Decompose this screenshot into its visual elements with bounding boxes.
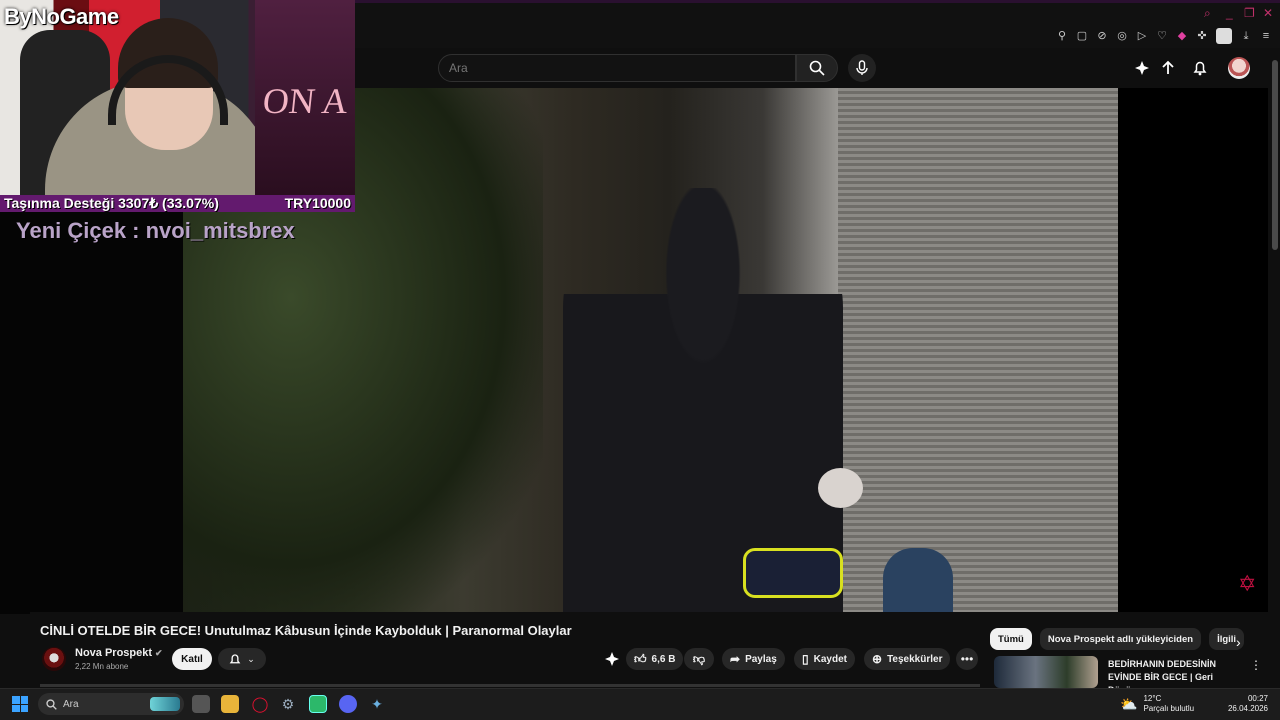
search-input[interactable] xyxy=(438,54,796,82)
like-count: 6,6 B xyxy=(651,653,676,665)
donation-goal-bar: Taşınma Desteği 3307₺ (33.07%) TRY10000 xyxy=(0,195,355,212)
clock-date: 26.04.2026 xyxy=(1227,704,1268,713)
upload-icon xyxy=(1162,60,1174,74)
voice-search-button[interactable] xyxy=(848,54,876,82)
kebab-menu-icon[interactable]: ⋮ xyxy=(1250,658,1262,672)
close-icon[interactable]: ✕ xyxy=(1263,6,1273,20)
chip-from-uploader[interactable]: Nova Prospekt adlı yükleyiciden xyxy=(1039,628,1202,650)
search-icon xyxy=(809,60,825,76)
chevron-right-icon[interactable]: › xyxy=(1236,634,1241,650)
share-label: Paylaş xyxy=(745,653,777,665)
camera-icon[interactable]: ◎ xyxy=(1116,30,1128,42)
page-divider xyxy=(40,684,980,687)
download-icon[interactable]: ⤓ xyxy=(1240,30,1252,42)
more-actions-button[interactable]: ••• xyxy=(956,648,978,670)
heart-icon[interactable]: ♡ xyxy=(1156,30,1168,42)
discord-icon[interactable] xyxy=(339,695,357,713)
upload-button[interactable] xyxy=(1158,58,1178,78)
ask-ai-button[interactable] xyxy=(604,651,620,667)
save-button[interactable]: ▯ Kaydet xyxy=(794,648,855,670)
pin-icon[interactable]: ⚲ xyxy=(1056,30,1068,42)
profile-icon[interactable] xyxy=(1216,28,1232,44)
video-frame-hand xyxy=(818,468,863,508)
extensions-bar: ⚲ ▢ ⊘ ◎ ▷ ♡ ◆ ✜ ⤓ ≡ xyxy=(1056,28,1272,44)
sparkle-icon xyxy=(605,652,619,666)
thanks-button[interactable]: ⊕ Teşekkürler xyxy=(864,648,951,670)
weather-widget[interactable]: ⛅ 12°C Parçalı bulutlu xyxy=(1120,694,1194,714)
sparkle-icon xyxy=(1135,61,1149,75)
new-follower-alert: Yeni Çiçek : nvoi_mitsbrex xyxy=(16,218,295,243)
block-icon[interactable]: ⊘ xyxy=(1096,30,1108,42)
task-view-icon[interactable] xyxy=(192,695,210,713)
window-strip xyxy=(355,0,1280,3)
verified-icon: ✔ xyxy=(155,648,163,658)
taskbar-clock[interactable]: 00:27 26.04.2026 xyxy=(1222,694,1268,714)
share-icon: ➦ xyxy=(730,652,741,666)
video-frame-flashlight xyxy=(743,548,843,598)
scrollbar-thumb[interactable] xyxy=(1272,60,1278,250)
screen: ⌕ _ ❐ ✕ ⚲ ▢ ⊘ ◎ ▷ ♡ ◆ ✜ ⤓ ≡ Ara ON A ByN… xyxy=(0,0,1280,720)
create-ai-button[interactable] xyxy=(1132,58,1152,78)
save-label: Kaydet xyxy=(813,653,847,665)
related-filter-chips: Tümü Nova Prospekt adlı yükleyiciden İlg… xyxy=(990,628,1245,650)
taskbar-search-label: Ara xyxy=(63,698,79,710)
super-thanks-icon: ⊕ xyxy=(872,652,883,666)
thumbs-up-icon: 👍︎ xyxy=(634,651,647,666)
microphone-icon xyxy=(856,60,868,75)
maximize-icon[interactable]: ❐ xyxy=(1244,6,1255,20)
clock-time: 00:27 xyxy=(1247,694,1268,703)
search-button[interactable] xyxy=(796,54,838,82)
minimize-icon[interactable]: _ xyxy=(1226,6,1233,20)
video-frame-shutter xyxy=(838,88,1118,612)
right-letterbox xyxy=(1118,88,1268,612)
subscription-bell-button[interactable]: ⌄ xyxy=(218,648,266,670)
video-frame-object xyxy=(883,548,953,612)
dislike-button[interactable]: 👎︎ xyxy=(684,648,714,670)
share-button[interactable]: ➦ Paylaş xyxy=(722,648,785,670)
opera-gx-icon[interactable]: ◯ xyxy=(251,695,269,713)
search-window-icon[interactable]: ⌕ xyxy=(1204,6,1211,21)
more-icon: ••• xyxy=(960,652,974,666)
bell-icon xyxy=(1193,61,1207,76)
steam-icon[interactable]: ⚙ xyxy=(279,695,297,713)
thanks-label: Teşekkürler xyxy=(887,653,943,665)
windows-start-button[interactable] xyxy=(12,696,28,712)
subscriber-count: 2,22 Mn abone xyxy=(75,662,129,671)
play-icon[interactable]: ▷ xyxy=(1136,30,1148,42)
recommended-video-thumbnail[interactable] xyxy=(994,656,1098,688)
bookmark-icon: ▯ xyxy=(802,652,809,666)
menu-icon[interactable]: ≡ xyxy=(1260,30,1272,42)
thumbs-down-icon: 👎︎ xyxy=(692,651,706,666)
account-avatar[interactable] xyxy=(1228,57,1250,79)
video-title: CİNLİ OTELDE BİR GECE! Unutulmaz Kâbusun… xyxy=(40,623,572,638)
chip-all[interactable]: Tümü xyxy=(990,628,1032,650)
weather-temp: 12°C xyxy=(1143,694,1162,703)
stream-brand-logo: ByNoGame xyxy=(4,4,119,29)
channel-name[interactable]: Nova Prospekt xyxy=(75,647,152,659)
puzzle-icon[interactable]: ✜ xyxy=(1196,30,1208,42)
notifications-button[interactable] xyxy=(1190,58,1210,78)
donation-progress-text: Taşınma Desteği 3307₺ (33.07%) xyxy=(4,195,219,211)
search-icon xyxy=(46,698,57,710)
join-button[interactable]: Katıl xyxy=(172,648,212,670)
channel-name-row[interactable]: Nova Prospekt ✔ xyxy=(75,647,163,659)
green-app-icon[interactable] xyxy=(309,695,327,713)
pentagram-icon: ✡ xyxy=(1238,571,1257,596)
partly-cloudy-icon: ⛅ xyxy=(1120,695,1138,712)
like-button[interactable]: 👍︎ 6,6 B xyxy=(626,648,684,670)
bell-icon xyxy=(229,653,241,663)
channel-avatar[interactable] xyxy=(42,647,66,671)
streamer-webcam: ON A ByNoGame xyxy=(0,0,355,195)
left-letterbox xyxy=(0,210,183,614)
poster-text: ON A xyxy=(260,81,351,121)
weather-desc: Parçalı bulutlu xyxy=(1143,704,1195,713)
chevron-down-icon: ⌄ xyxy=(247,653,255,664)
screenshot-icon[interactable]: ▢ xyxy=(1076,30,1088,42)
donation-goal-amount: TRY10000 xyxy=(284,195,351,211)
search-highlight-image xyxy=(150,697,180,711)
file-explorer-icon[interactable] xyxy=(221,695,239,713)
game-extension-icon[interactable]: ◆ xyxy=(1176,30,1188,42)
network-app-icon[interactable]: ✦ xyxy=(368,695,386,713)
